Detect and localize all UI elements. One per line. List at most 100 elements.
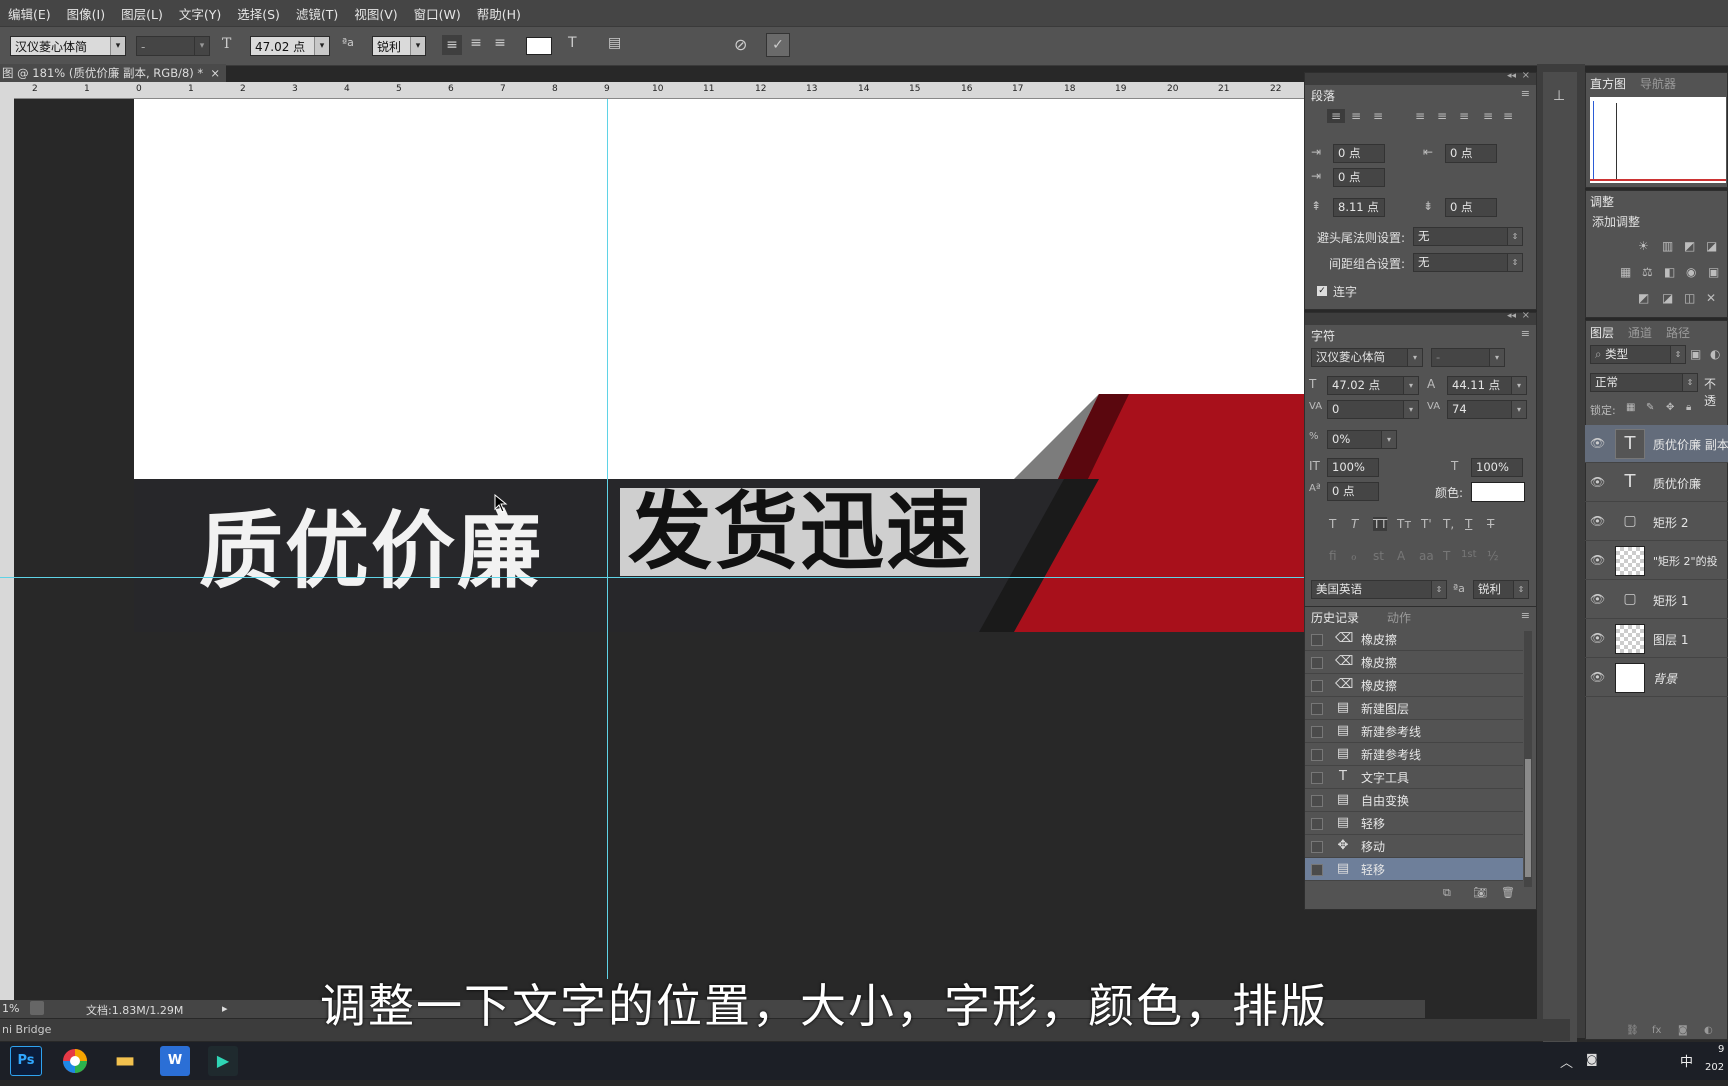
indent-first-line-field[interactable]: 0 点 (1333, 168, 1385, 187)
lock-all-icon[interactable]: 🔒︎ (1686, 402, 1691, 413)
channel-mixer-icon[interactable]: ▣ (1708, 265, 1719, 279)
history-checkbox[interactable] (1311, 703, 1323, 715)
document-tab[interactable]: 图 @ 181% (质优价廉 副本, RGB/8) * × (0, 64, 226, 82)
small-caps-button[interactable]: Tт (1397, 517, 1411, 531)
vertical-ruler[interactable] (0, 98, 14, 1008)
font-size-select[interactable]: 47.02 点 ▾ (250, 36, 330, 56)
filter-adjustment-icon[interactable]: ◐ (1710, 347, 1720, 361)
history-item[interactable]: ⌫ 橡皮擦 (1305, 628, 1523, 651)
history-checkbox[interactable] (1311, 864, 1323, 876)
history-scrollbar[interactable] (1524, 631, 1532, 887)
tab-navigator[interactable]: 导航器 (1640, 75, 1676, 92)
history-item[interactable]: ▤ 新建参考线 (1305, 743, 1523, 766)
history-item-current[interactable]: ▤ 轻移 (1305, 858, 1523, 881)
faux-bold-button[interactable]: T (1329, 517, 1336, 531)
eye-icon[interactable]: 👁︎ (1590, 553, 1605, 567)
collapse-icon[interactable]: ◂◂ (1507, 311, 1516, 321)
clone-source-icon[interactable]: ⊥ (1553, 88, 1565, 104)
exposure-icon[interactable]: ◪ (1706, 239, 1717, 253)
tab-actions[interactable]: 动作 (1387, 609, 1411, 626)
lock-transparent-icon[interactable]: ▦ (1626, 402, 1635, 413)
wps-writer-icon[interactable]: W (160, 1046, 190, 1076)
font-family-select[interactable]: 汉仪菱心体简 ▾ (1311, 348, 1423, 367)
scrollbar-thumb[interactable] (1525, 759, 1531, 877)
ordinals-button[interactable]: 1st (1461, 549, 1477, 560)
mojikumi-select[interactable]: 无 ⇕ (1413, 253, 1523, 272)
slogan-fast-delivery-selected[interactable]: 发货迅速 (620, 488, 981, 576)
eye-icon[interactable]: 👁︎ (1590, 436, 1605, 450)
mini-bridge-label[interactable]: ni Bridge (2, 1019, 51, 1041)
discretionary-ligature-button[interactable]: st (1373, 549, 1384, 563)
ime-indicator[interactable]: 中 (1680, 1051, 1693, 1070)
collapse-icon[interactable]: ◂◂ (1507, 71, 1516, 81)
menu-type[interactable]: 文字(Y) (171, 4, 229, 23)
close-icon[interactable]: × (1522, 310, 1530, 321)
history-checkbox[interactable] (1311, 818, 1323, 830)
black-white-icon[interactable]: ◉ (1686, 265, 1696, 279)
link-layers-icon[interactable]: ⛓ (1626, 1025, 1639, 1036)
history-item[interactable]: ▤ 自由变换 (1305, 789, 1523, 812)
fx-icon[interactable]: fx (1652, 1025, 1661, 1036)
tab-layers[interactable]: 图层 (1590, 324, 1614, 341)
document-canvas[interactable]: 质优价廉 发货迅速 (134, 99, 1304, 632)
align-right-icon[interactable]: ≡ (1373, 109, 1383, 123)
selective-color-icon[interactable]: ✕ (1706, 291, 1716, 305)
indent-left-field[interactable]: 0 点 (1333, 144, 1385, 163)
eye-icon[interactable]: 👁︎ (1590, 631, 1605, 645)
ligature-button[interactable]: fi (1329, 549, 1337, 563)
cancel-icon[interactable]: ⊘ (734, 35, 747, 54)
layer-row-rect2-shadow[interactable]: 👁︎ "矩形 2"的投 (1585, 542, 1728, 580)
lock-position-icon[interactable]: ✥ (1666, 402, 1674, 413)
filter-image-icon[interactable]: ▣ (1690, 347, 1701, 361)
adjustment-layer-icon[interactable]: ◐ (1704, 1025, 1713, 1036)
commit-icon[interactable]: ✓ (766, 33, 790, 57)
snapshot-camera-icon[interactable]: 📷︎ (1473, 886, 1487, 899)
justify-all-icon[interactable]: ≡ (1483, 109, 1493, 123)
horizontal-scale-field[interactable]: 100% (1471, 458, 1523, 477)
trash-icon[interactable]: 🗑︎ (1501, 886, 1515, 899)
space-before-field[interactable]: 8.11 点 (1333, 198, 1385, 217)
vertical-scale-field[interactable]: 100% (1327, 458, 1379, 477)
font-style-select[interactable]: - ▾ (136, 36, 210, 56)
share-icon[interactable] (30, 1001, 44, 1015)
eye-icon[interactable]: 👁︎ (1590, 592, 1605, 606)
menu-edit[interactable]: 编辑(E) (0, 4, 59, 23)
menu-view[interactable]: 视图(V) (346, 4, 405, 23)
subscript-button[interactable]: T, (1443, 517, 1454, 531)
chevron-up-icon[interactable]: ︿ (1560, 1052, 1573, 1071)
warp-text-icon[interactable]: 𝖳 (568, 35, 577, 51)
tab-histogram[interactable]: 直方图 (1590, 75, 1626, 92)
tracking-field[interactable]: 74 ▾ (1447, 400, 1527, 419)
layer-row-text-copy[interactable]: 👁︎ T 质优价廉 副本 (1585, 425, 1728, 463)
tray-app-icon[interactable]: ◙ (1586, 1052, 1598, 1066)
titling-button[interactable]: T (1443, 549, 1450, 563)
hue-saturation-icon[interactable]: ⚖ (1642, 265, 1653, 279)
character-color-swatch[interactable] (1471, 482, 1525, 502)
close-icon[interactable]: × (210, 64, 220, 82)
close-icon[interactable]: × (1522, 70, 1530, 81)
justify-all-2-icon[interactable]: ≡ (1503, 109, 1513, 123)
horizontal-ruler[interactable]: 2 1 0 1 2 3 4 5 6 7 8 9 10 11 12 13 14 1… (0, 82, 1304, 99)
panel-menu-icon[interactable]: ≡ (1521, 609, 1530, 622)
eye-icon[interactable]: 👁︎ (1590, 514, 1605, 528)
align-left-icon[interactable]: ≡ (442, 35, 462, 55)
history-item[interactable]: ⌫ 橡皮擦 (1305, 651, 1523, 674)
blend-mode-select[interactable]: 正常 ⇕ (1590, 373, 1698, 392)
vertical-guide[interactable] (607, 99, 608, 979)
text-color-swatch[interactable] (526, 37, 552, 55)
strikethrough-button[interactable]: T (1487, 517, 1494, 531)
clock-date[interactable]: 202 (1705, 1062, 1724, 1073)
tab-history[interactable]: 历史记录 (1311, 609, 1359, 626)
font-size-field[interactable]: 47.02 点 ▾ (1327, 376, 1419, 395)
align-center-icon[interactable]: ≡ (1351, 109, 1361, 123)
color-balance-icon[interactable]: ◧ (1664, 265, 1675, 279)
horizontal-guide[interactable] (0, 577, 1304, 578)
history-item[interactable]: ▤ 轻移 (1305, 812, 1523, 835)
indent-right-field[interactable]: 0 点 (1445, 144, 1497, 163)
history-item[interactable]: ▤ 新建图层 (1305, 697, 1523, 720)
menu-window[interactable]: 窗口(W) (406, 4, 469, 23)
faux-italic-button[interactable]: T (1351, 517, 1358, 531)
curves-icon[interactable]: ◩ (1684, 239, 1695, 253)
history-item[interactable]: ▤ 新建参考线 (1305, 720, 1523, 743)
eye-icon[interactable]: 👁︎ (1590, 475, 1605, 489)
